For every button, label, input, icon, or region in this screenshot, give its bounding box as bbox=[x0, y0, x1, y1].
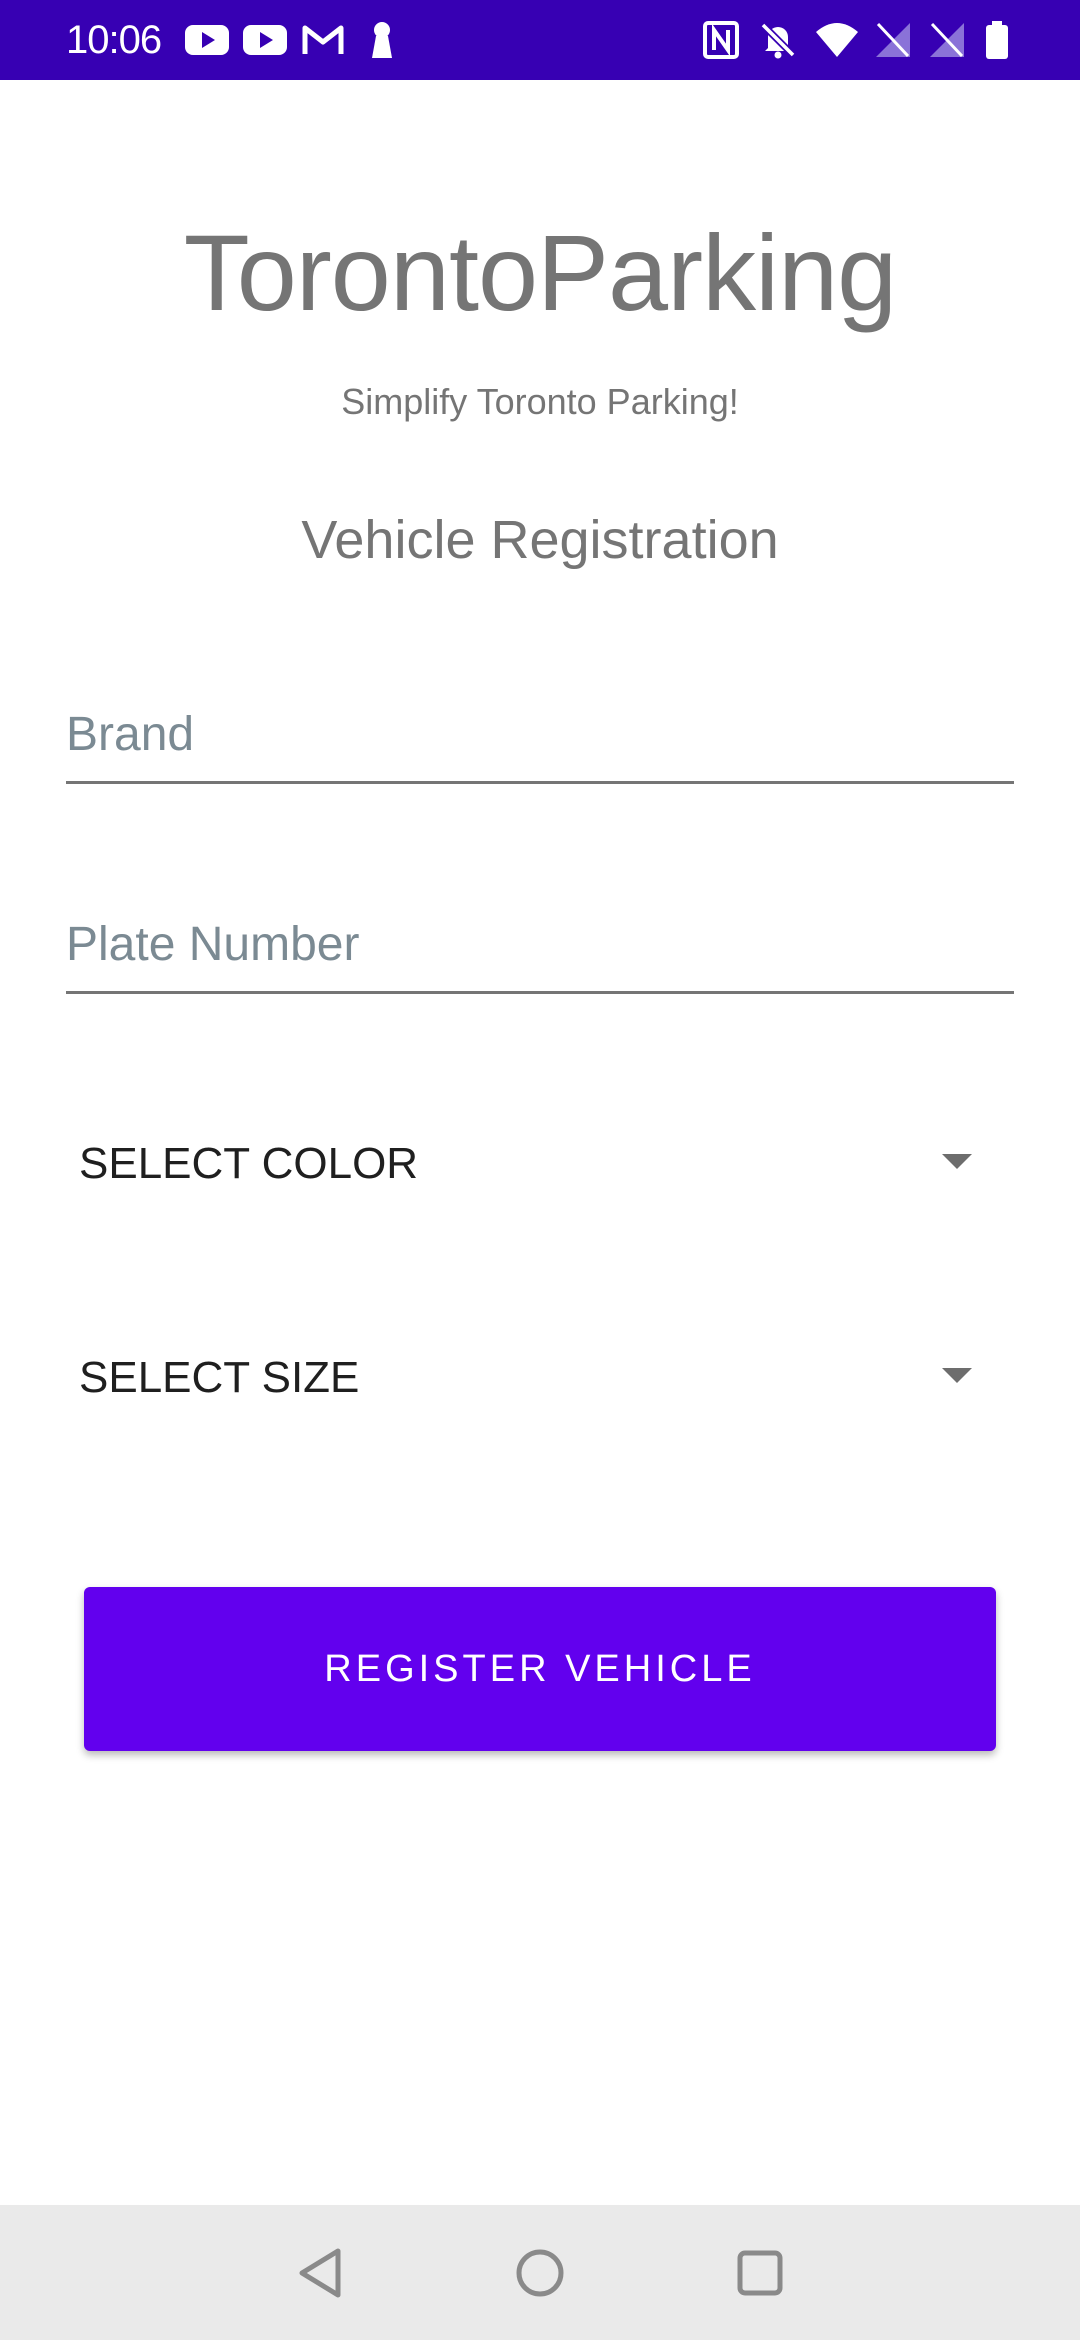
color-spinner[interactable]: SELECT COLOR bbox=[66, 1108, 1014, 1218]
battery-icon bbox=[984, 20, 1010, 60]
back-icon[interactable] bbox=[292, 2243, 352, 2303]
no-sim-icon bbox=[874, 20, 912, 60]
notifications-off-icon bbox=[758, 20, 798, 60]
section-title: Vehicle Registration bbox=[301, 510, 779, 570]
keyhole-icon bbox=[368, 20, 396, 60]
nfc-icon bbox=[702, 20, 740, 60]
screen: 10:06 TorontoParking Simplify Toronto Pa… bbox=[0, 0, 1080, 2340]
app-title: TorontoParking bbox=[183, 212, 897, 333]
dropdown-arrow-icon bbox=[942, 1368, 972, 1384]
recents-icon[interactable] bbox=[730, 2243, 790, 2303]
wifi-icon bbox=[814, 20, 860, 60]
gmail-icon bbox=[302, 20, 344, 60]
size-spinner-label: SELECT SIZE bbox=[79, 1353, 360, 1402]
color-spinner-label: SELECT COLOR bbox=[79, 1139, 419, 1188]
app-subtitle: Simplify Toronto Parking! bbox=[341, 381, 739, 422]
home-icon[interactable] bbox=[510, 2243, 570, 2303]
youtube-icon bbox=[184, 20, 230, 60]
status-time: 10:06 bbox=[66, 18, 162, 62]
size-spinner[interactable]: SELECT SIZE bbox=[66, 1322, 1014, 1432]
no-sim-icon bbox=[928, 20, 966, 60]
youtube-icon bbox=[242, 20, 288, 60]
status-bar: 10:06 bbox=[0, 0, 1080, 80]
brand-field[interactable] bbox=[66, 688, 1014, 784]
register-vehicle-button[interactable]: REGISTER VEHICLE bbox=[84, 1587, 996, 1751]
dropdown-arrow-icon bbox=[942, 1154, 972, 1170]
plate-number-field[interactable] bbox=[66, 898, 1014, 994]
navigation-bar bbox=[0, 2205, 1080, 2340]
